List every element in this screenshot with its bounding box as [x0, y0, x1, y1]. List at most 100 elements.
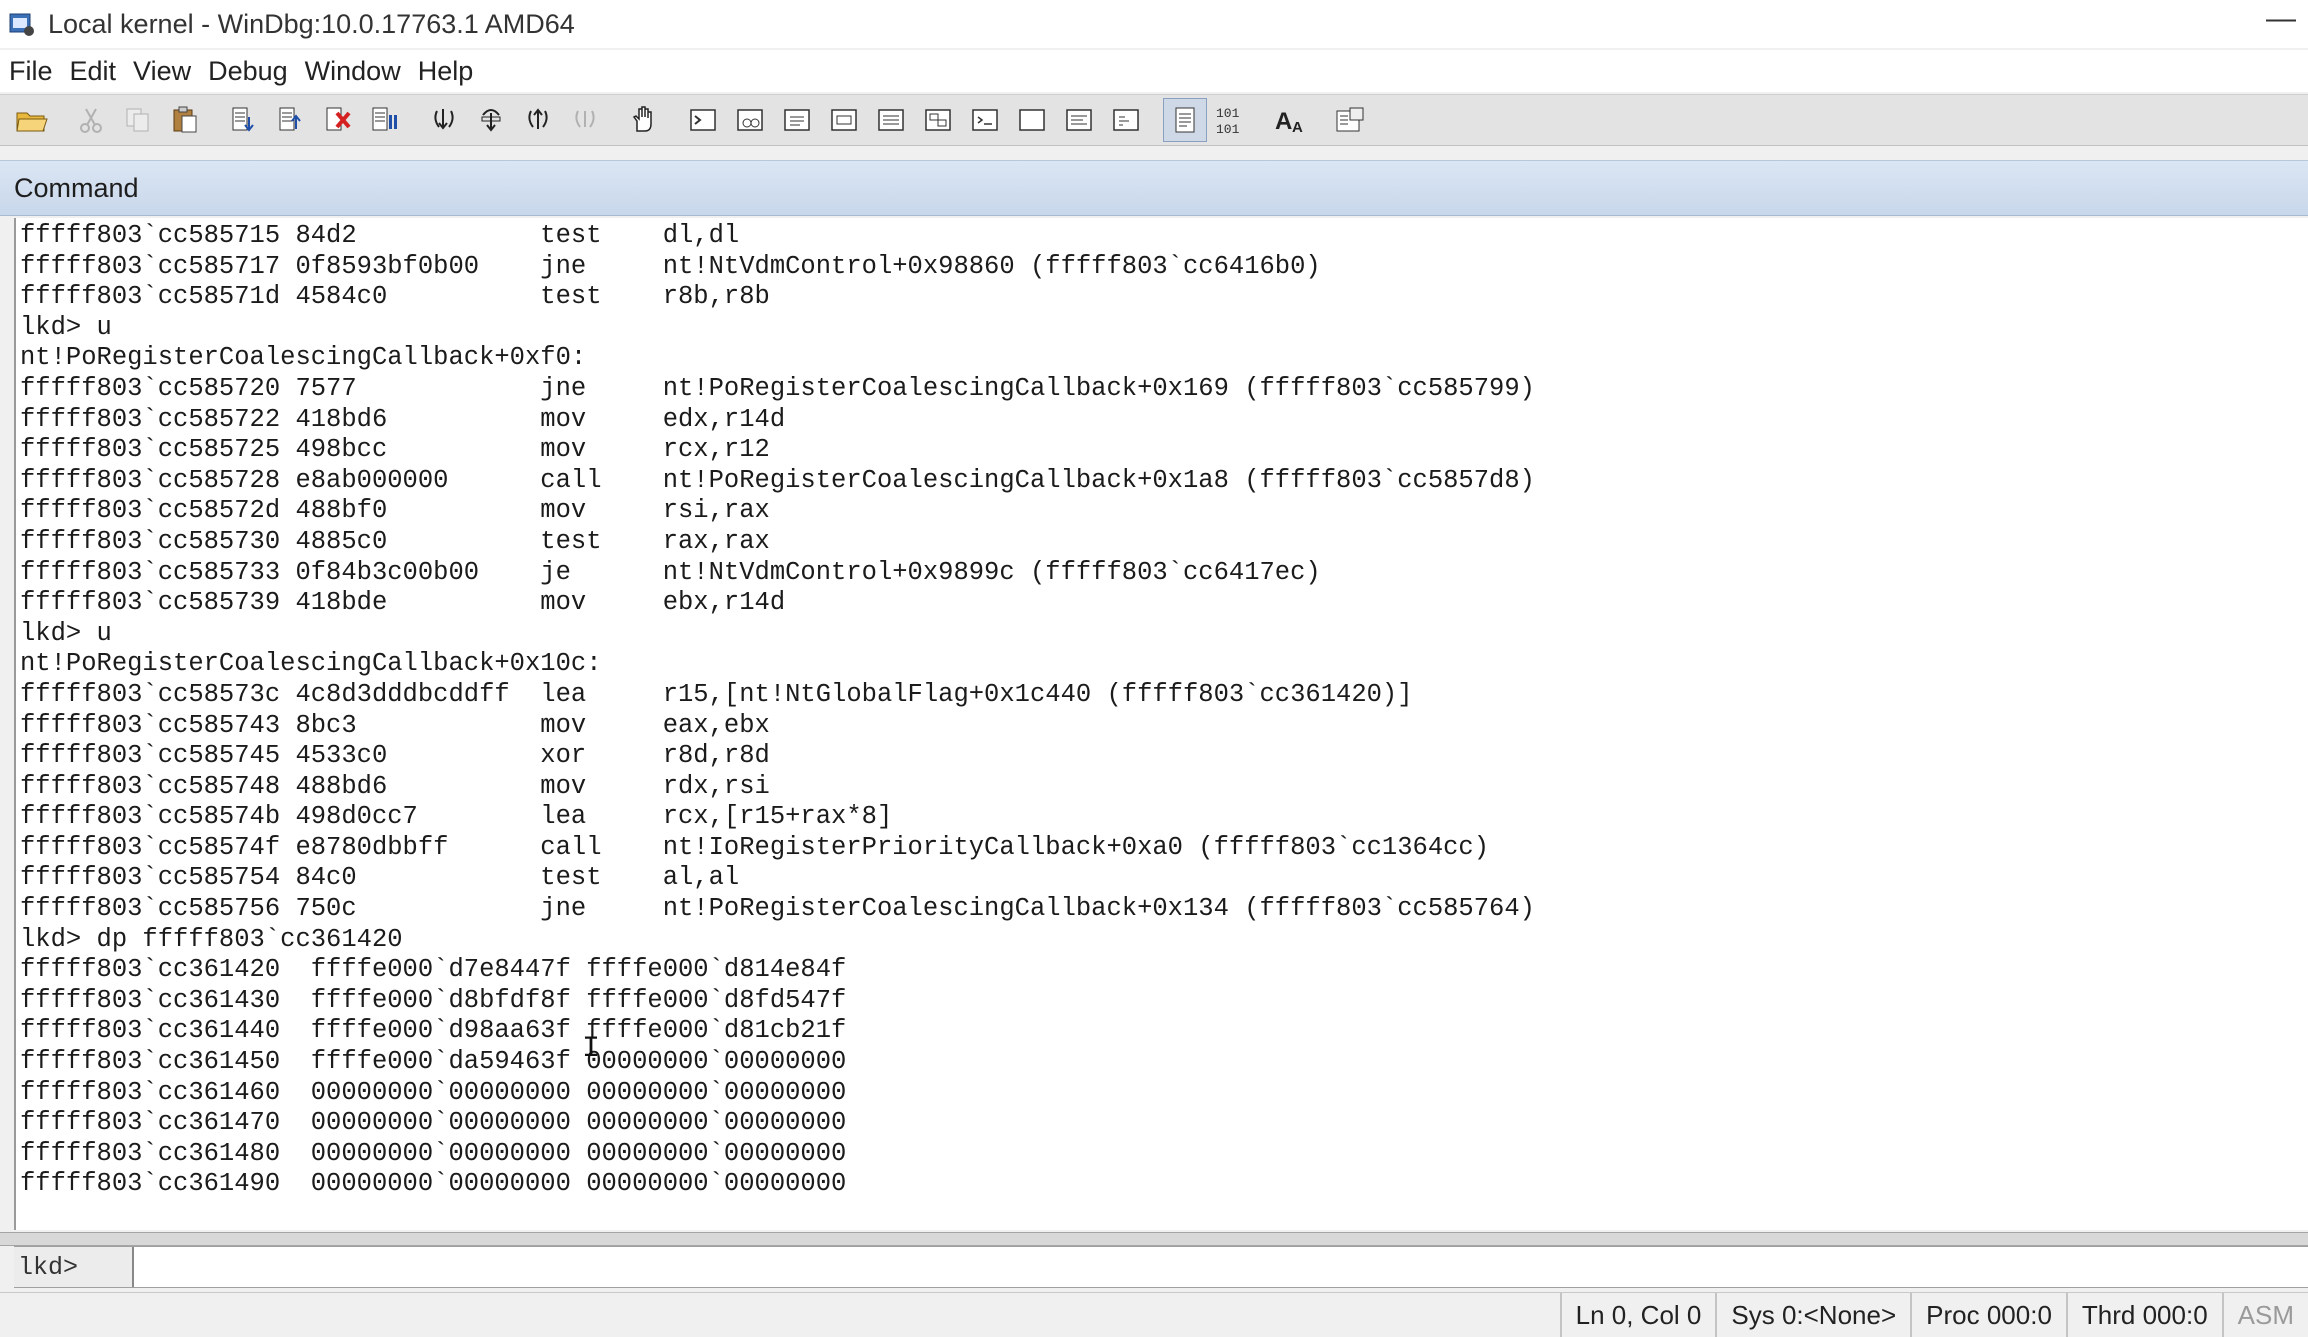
toolbar: 101 101 A A — [0, 94, 2308, 146]
copy-button[interactable] — [116, 98, 160, 142]
paste-button[interactable] — [163, 98, 207, 142]
output-line: fffff803`cc585733 0f84b3c00b00 je nt!NtV… — [20, 557, 1321, 587]
output-line: lkd> u — [20, 312, 112, 342]
copy-icon — [126, 108, 149, 132]
step-over-button[interactable] — [469, 98, 513, 142]
pane-splitter[interactable] — [0, 1232, 2308, 1246]
menu-window[interactable]: Window — [305, 56, 401, 87]
output-line: nt!PoRegisterCoalescingCallback+0xf0: — [20, 343, 587, 373]
command-window-title: Command — [14, 172, 139, 203]
output-line: fffff803`cc585754 84c0 test al,al — [20, 863, 740, 893]
locals-window-icon — [784, 109, 810, 131]
output-line: fffff803`cc585717 0f8593bf0b00 jne nt!Nt… — [20, 251, 1321, 281]
output-line: lkd> dp fffff803`cc361420 — [20, 924, 403, 954]
command-input[interactable] — [134, 1247, 2308, 1287]
scratch-pad-icon — [1019, 109, 1045, 131]
output-line: fffff803`cc585728 e8ab000000 call nt!PoR… — [20, 465, 1535, 495]
processes-threads-icon — [1066, 109, 1092, 131]
scratch-pad-button[interactable] — [1010, 98, 1054, 142]
step-into-icon — [434, 109, 454, 130]
break-button[interactable] — [363, 98, 407, 142]
output-line: fffff803`cc361460 00000000`00000000 0000… — [20, 1077, 847, 1107]
cut-button[interactable] — [69, 98, 113, 142]
call-stack-window-icon — [925, 109, 951, 131]
font-button[interactable]: A A — [1269, 98, 1313, 142]
window-title: Local kernel - WinDbg:10.0.17763.1 AMD64 — [48, 8, 575, 39]
output-line: fffff803`cc58571d 4584c0 test r8b,r8b — [20, 282, 770, 312]
memory-window-button[interactable] — [869, 98, 913, 142]
output-line: fffff803`cc58574b 498d0cc7 lea rcx,[r15+… — [20, 802, 893, 832]
command-window-header: Command — [0, 160, 2308, 216]
command-window-button[interactable] — [681, 98, 725, 142]
source-mode-icon — [1113, 109, 1139, 131]
minimize-button[interactable]: — — [2266, 4, 2296, 34]
locals-window-button[interactable] — [775, 98, 819, 142]
status-process: Proc 000:0 — [1910, 1293, 2066, 1337]
stop-debugging-button[interactable] — [316, 98, 360, 142]
status-line-col: Ln 0, Col 0 — [1559, 1293, 1716, 1337]
step-over-icon — [481, 109, 501, 132]
registers-window-button[interactable] — [822, 98, 866, 142]
output-line: fffff803`cc585743 8bc3 mov eax,ebx — [20, 710, 770, 740]
go-icon — [232, 107, 254, 132]
output-line: fffff803`cc58573c 4c8d3dddbcddff lea r15… — [20, 679, 1413, 709]
output-line: fffff803`cc361420 ffffe000`d7e8447f ffff… — [20, 955, 847, 985]
menu-edit[interactable]: Edit — [70, 56, 117, 87]
disassembly-window-button[interactable] — [963, 98, 1007, 142]
breakpoint-hand-icon — [632, 106, 652, 132]
menu-help[interactable]: Help — [418, 56, 474, 87]
options-button[interactable] — [1328, 98, 1372, 142]
output-line: fffff803`cc585715 84d2 test dl,dl — [20, 221, 740, 250]
registers-window-icon — [831, 109, 857, 131]
breakpoint-hand-button[interactable] — [622, 98, 666, 142]
stop-debugging-icon — [326, 107, 351, 131]
command-prompt: lkd> — [14, 1247, 134, 1287]
menu-bar: File Edit View Debug Window Help — [0, 50, 2308, 92]
output-line: fffff803`cc361440 ffffe000`d98aa63f ffff… — [20, 1016, 847, 1046]
svg-text:A: A — [1275, 108, 1292, 135]
hex-display-icon: 101 101 — [1216, 106, 1240, 136]
go-button[interactable] — [222, 98, 266, 142]
output-line: fffff803`cc361480 00000000`00000000 0000… — [20, 1138, 847, 1168]
output-line: fffff803`cc361470 00000000`00000000 0000… — [20, 1108, 847, 1138]
step-out-icon — [528, 108, 548, 129]
call-stack-window-button[interactable] — [916, 98, 960, 142]
options-icon — [1336, 107, 1364, 132]
restart-icon — [279, 107, 301, 131]
source-mode-toggle[interactable] — [1163, 98, 1207, 142]
watch-window-icon — [737, 109, 763, 131]
step-out-button[interactable] — [516, 98, 560, 142]
menu-file[interactable]: File — [9, 56, 53, 87]
step-into-button[interactable] — [422, 98, 466, 142]
menu-debug[interactable]: Debug — [208, 56, 288, 87]
output-line: fffff803`cc361430 ffffe000`d8bfdf8f ffff… — [20, 985, 847, 1015]
output-line: fffff803`cc585722 418bd6 mov edx,r14d — [20, 404, 786, 434]
output-line: fffff803`cc585756 750c jne nt!PoRegister… — [20, 894, 1535, 924]
svg-text:101: 101 — [1216, 122, 1240, 136]
output-line: fffff803`cc585730 4885c0 test rax,rax — [20, 526, 770, 556]
break-icon — [372, 107, 397, 131]
open-button[interactable] — [10, 98, 54, 142]
watch-window-button[interactable] — [728, 98, 772, 142]
status-system: Sys 0:<None> — [1715, 1293, 1910, 1337]
hex-display-button[interactable]: 101 101 — [1210, 98, 1254, 142]
cut-icon — [80, 108, 102, 133]
source-mode-button[interactable] — [1104, 98, 1148, 142]
output-line: fffff803`cc361490 00000000`00000000 0000… — [20, 1169, 847, 1199]
status-thread: Thrd 000:0 — [2065, 1293, 2222, 1337]
source-file-icon — [1175, 107, 1195, 133]
open-icon — [16, 112, 48, 132]
mouse-ibeam-cursor-icon: I — [582, 1032, 601, 1066]
svg-text:A: A — [1292, 119, 1303, 135]
status-bar: Ln 0, Col 0 Sys 0:<None> Proc 000:0 Thrd… — [0, 1292, 2308, 1337]
run-to-cursor-button[interactable] — [563, 98, 607, 142]
command-input-row: lkd> — [14, 1246, 2308, 1288]
command-output[interactable]: fffff803`cc585715 84d2 test dl,dl fffff80… — [14, 218, 2308, 1230]
processes-threads-button[interactable] — [1057, 98, 1101, 142]
output-line: nt!PoRegisterCoalescingCallback+0x10c: — [20, 649, 602, 679]
output-line: fffff803`cc58574f e8780dbbff call nt!IoR… — [20, 832, 1490, 862]
restart-button[interactable] — [269, 98, 313, 142]
menu-view[interactable]: View — [133, 56, 191, 87]
run-to-cursor-icon — [575, 110, 595, 128]
windbg-app-icon — [9, 13, 34, 36]
